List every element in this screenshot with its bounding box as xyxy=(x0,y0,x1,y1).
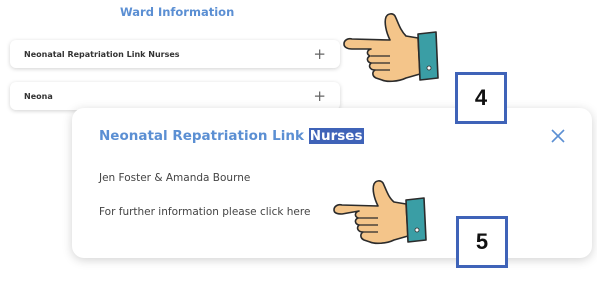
accordion-row-label: Neona xyxy=(24,91,53,101)
contact-names: Jen Foster & Amanda Bourne xyxy=(99,172,251,184)
section-title: Ward Information xyxy=(120,5,235,19)
accordion-row-label: Neonatal Repatriation Link Nurses xyxy=(24,49,180,59)
accordion-row-link-nurses[interactable]: Neonatal Repatriation Link Nurses + xyxy=(10,40,340,68)
step-4-badge: 4 xyxy=(455,72,507,124)
accordion-row-partial[interactable]: Neona + xyxy=(10,82,340,110)
plus-icon[interactable]: + xyxy=(313,46,326,62)
close-icon[interactable] xyxy=(550,128,566,144)
popup-title: Neonatal Repatriation Link Nurses xyxy=(99,128,364,144)
pointing-hand-icon xyxy=(343,13,439,83)
step-5-badge: 5 xyxy=(456,216,508,268)
plus-icon[interactable]: + xyxy=(313,88,326,104)
popup-title-main: Neonatal Repatriation Link xyxy=(99,128,309,144)
pointing-hand-icon xyxy=(333,180,427,245)
info-link[interactable]: For further information please click her… xyxy=(99,206,310,218)
popup-title-highlight: Nurses xyxy=(308,128,364,144)
